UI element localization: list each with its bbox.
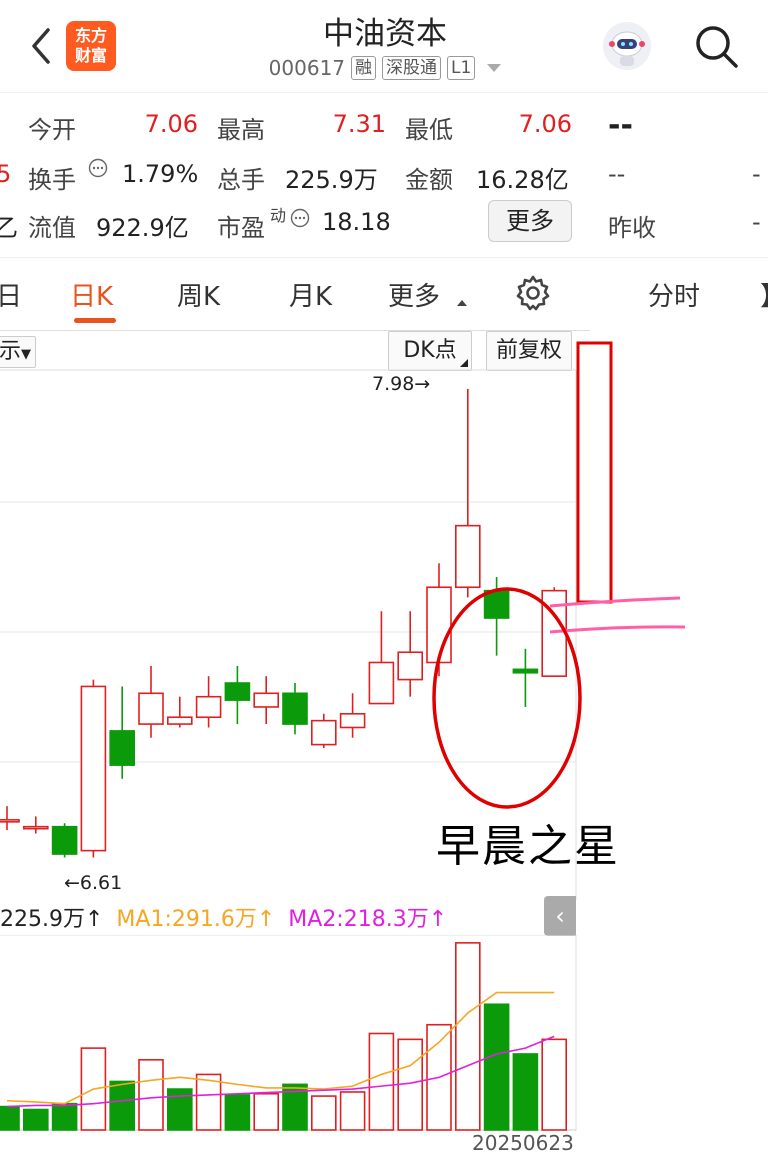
annotation-pink-line-upper (549, 596, 681, 608)
prev-close-label: 昨收 (608, 214, 656, 242)
volume-bar (512, 1053, 539, 1131)
annotation-big-candle (576, 341, 613, 604)
volume-bar (195, 1073, 222, 1131)
collapse-panel-button[interactable]: ‹ (544, 896, 576, 936)
candle-body (22, 825, 49, 830)
candle-body (195, 695, 222, 719)
candle-body (397, 651, 424, 681)
gear-icon[interactable] (514, 274, 552, 312)
tab-monthly-k[interactable]: 月K (289, 276, 332, 313)
extra-value-row2: -- (608, 160, 626, 188)
low-price-label: ←6.61 (64, 872, 123, 894)
more-dropdown-icon (457, 300, 467, 306)
pe-value: 18.18 (322, 208, 391, 236)
candle-body (138, 692, 164, 725)
edge-right-row2: - (752, 160, 761, 188)
volume-bar (368, 1032, 395, 1131)
amount-label: 金额 (405, 166, 453, 194)
high-value: 7.31 (332, 110, 386, 138)
robot-avatar-icon[interactable] (603, 22, 651, 70)
volume-bar (138, 1059, 164, 1131)
header-divider (0, 92, 768, 93)
low-value: 7.06 (518, 110, 572, 138)
price-placeholder: -- (608, 108, 633, 143)
volume-bar (541, 1038, 568, 1131)
candle-body (109, 730, 135, 766)
float-cap-value: 922.9亿 (96, 214, 189, 242)
candle-body (253, 692, 279, 708)
edge-right-row3: - (752, 208, 761, 236)
candle-body (282, 692, 308, 725)
volume-bar (224, 1094, 251, 1131)
stock-subline[interactable]: 000617 融 深股通 L1 (200, 56, 570, 80)
turnover-label: 换手 (28, 166, 76, 194)
annotation-overlay (432, 341, 686, 809)
search-icon[interactable] (692, 22, 740, 70)
annotation-pink-line-lower (549, 625, 686, 634)
back-icon[interactable] (24, 24, 58, 68)
candle-body (339, 713, 366, 729)
annotation-circle (432, 587, 582, 809)
ma1-label: MA1:291.6万↑ (116, 907, 276, 932)
tag-level: L1 (447, 56, 476, 80)
tab-more[interactable]: 更多 (388, 276, 440, 313)
float-cap-label: 流值 (28, 214, 76, 242)
low-label: 最低 (405, 116, 453, 144)
info-icon[interactable] (88, 158, 108, 178)
tag-connect: 深股通 (382, 56, 442, 80)
volume-bar (253, 1092, 279, 1131)
volume-bar (339, 1091, 366, 1131)
app-logo: 东方 财富 (66, 21, 116, 71)
open-label: 今开 (28, 116, 76, 144)
high-label: 最高 (217, 116, 265, 144)
volume-bar (310, 1095, 337, 1131)
open-value: 7.06 (144, 110, 198, 138)
volume-value-label: 225.9万↑ (0, 907, 104, 932)
more-stats-button[interactable]: 更多 (488, 200, 572, 242)
tab-intraday[interactable]: 分时 (648, 276, 700, 313)
chevron-down-icon[interactable] (487, 64, 502, 72)
tag-margin: 融 (351, 56, 377, 80)
amount-value: 16.28亿 (476, 166, 569, 194)
candle-body (80, 685, 107, 852)
candle-body (51, 825, 78, 855)
candle-body (0, 819, 20, 823)
candle-body (368, 661, 395, 705)
stats-divider (0, 257, 768, 258)
candle-body (310, 719, 337, 746)
tab-partial-left[interactable]: 日 (0, 276, 22, 313)
turnover-value: 1.79% (122, 160, 199, 188)
tab-partial-right[interactable]: 】 (760, 276, 768, 313)
volume-bar (22, 1108, 49, 1131)
volume-bar (454, 942, 481, 1131)
volume-bar (483, 1003, 510, 1131)
volume-legend: 225.9万↑ MA1:291.6万↑ MA2:218.3万↑ (0, 901, 447, 933)
pe-info-icon[interactable] (290, 208, 310, 228)
tab-daily-k[interactable]: 日K (70, 276, 113, 313)
volume-chart (0, 935, 577, 1131)
stock-title: 中油资本 (323, 16, 447, 52)
edge-value-row3: 乙 (0, 214, 18, 242)
tab-weekly-k[interactable]: 周K (177, 276, 220, 313)
volume-value: 225.9万 (285, 166, 378, 194)
ma2-label: MA2:218.3万↑ (288, 907, 448, 932)
stock-code: 000617 (268, 56, 346, 80)
volume-bar (51, 1102, 78, 1131)
volume-label: 总手 (217, 166, 265, 194)
pe-dynamic-sup: 动 (270, 206, 287, 225)
volume-bar (109, 1080, 135, 1131)
active-tab-indicator (74, 318, 116, 323)
volume-bar (0, 1105, 20, 1131)
pe-label: 市盈 (217, 214, 265, 242)
candle-body (167, 716, 193, 725)
date-label: 20250623 (472, 1131, 574, 1155)
edge-value-row2: 5 (0, 160, 12, 188)
morning-star-label: 早晨之星 (436, 821, 620, 872)
candle-body (224, 682, 251, 701)
